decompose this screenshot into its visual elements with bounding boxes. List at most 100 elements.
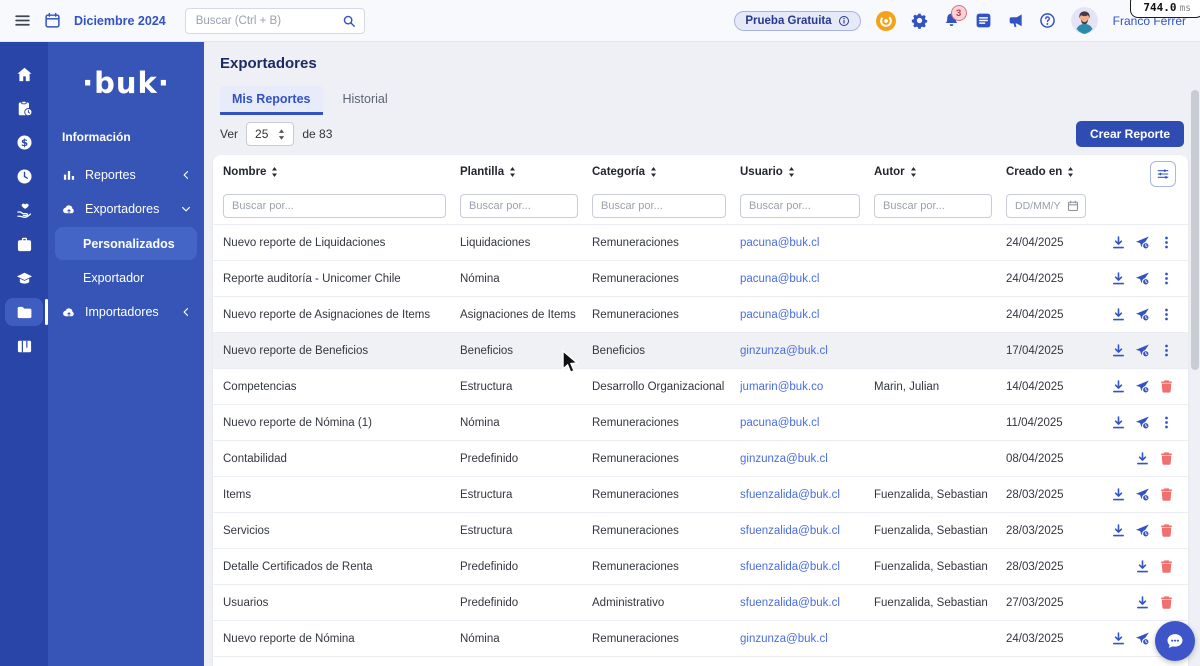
announcements-button[interactable] bbox=[1007, 12, 1024, 29]
column-header-categoria[interactable]: Categoría bbox=[592, 166, 740, 178]
sidebar-item-exportador[interactable]: Exportador bbox=[55, 261, 197, 294]
download-icon[interactable] bbox=[1111, 343, 1126, 358]
schedule-send-icon[interactable] bbox=[1135, 343, 1150, 358]
download-icon[interactable] bbox=[1111, 523, 1126, 538]
kebab-menu-icon[interactable] bbox=[1159, 235, 1174, 250]
column-header-plantilla[interactable]: Plantilla bbox=[460, 166, 592, 178]
filter-input-usuario[interactable] bbox=[740, 194, 860, 218]
table-row[interactable]: Servicios Estructura Remuneraciones sfuenza… bbox=[213, 513, 1188, 549]
rail-item-training[interactable] bbox=[0, 261, 48, 295]
table-row[interactable]: Competencias Estructura Desarrollo Organiz… bbox=[213, 369, 1188, 405]
schedule-send-icon[interactable] bbox=[1135, 487, 1150, 502]
rail-item-boards[interactable] bbox=[0, 329, 48, 363]
sidebar-item-personalizados[interactable]: Personalizados bbox=[55, 227, 197, 260]
column-header-nombre[interactable]: Nombre bbox=[223, 166, 460, 178]
schedule-send-icon[interactable] bbox=[1135, 415, 1150, 430]
schedule-send-icon[interactable] bbox=[1135, 235, 1150, 250]
column-header-autor[interactable]: Autor bbox=[874, 166, 1006, 178]
download-icon[interactable] bbox=[1111, 631, 1126, 646]
cell-usuario[interactable]: pacuna@buk.cl bbox=[740, 417, 874, 429]
schedule-send-icon[interactable] bbox=[1135, 379, 1150, 394]
rail-item-home[interactable] bbox=[0, 57, 48, 91]
news-button[interactable] bbox=[975, 12, 992, 29]
download-icon[interactable] bbox=[1111, 307, 1126, 322]
download-icon[interactable] bbox=[1111, 487, 1126, 502]
sidebar-item-reportes[interactable]: Reportes bbox=[48, 158, 204, 192]
create-report-button[interactable]: Crear Reporte bbox=[1075, 121, 1184, 147]
delete-icon[interactable] bbox=[1159, 487, 1174, 502]
global-search[interactable] bbox=[184, 7, 365, 34]
tab-historial[interactable]: Historial bbox=[331, 86, 400, 115]
scrollbar-thumb[interactable] bbox=[1191, 90, 1199, 370]
delete-icon[interactable] bbox=[1159, 595, 1174, 610]
cell-usuario[interactable]: pacuna@buk.cl bbox=[740, 309, 874, 321]
rail-item-time[interactable] bbox=[0, 159, 48, 193]
filter-input-categoria[interactable] bbox=[592, 194, 726, 218]
column-header-usuario[interactable]: Usuario bbox=[740, 166, 874, 178]
settings-button[interactable] bbox=[911, 12, 928, 29]
schedule-send-icon[interactable] bbox=[1135, 307, 1150, 322]
cell-usuario[interactable]: sfuenzalida@buk.cl bbox=[740, 597, 874, 609]
cell-usuario[interactable]: ginzunza@buk.cl bbox=[740, 633, 874, 645]
table-row[interactable]: Items Estructura Remuneraciones sfuenzalida… bbox=[213, 477, 1188, 513]
sidebar-item-importadores[interactable]: Importadores bbox=[48, 295, 204, 329]
sidebar-item-exportadores[interactable]: Exportadores bbox=[48, 192, 204, 226]
kebab-menu-icon[interactable] bbox=[1159, 343, 1174, 358]
avatar[interactable] bbox=[1070, 7, 1098, 34]
cell-usuario[interactable]: ginzunza@buk.cl bbox=[740, 345, 874, 357]
download-icon[interactable] bbox=[1111, 415, 1126, 430]
kebab-menu-icon[interactable] bbox=[1159, 307, 1174, 322]
table-row[interactable]: Nuevo reporte de Liquidaciones Liquidacio… bbox=[213, 225, 1188, 261]
delete-icon[interactable] bbox=[1159, 379, 1174, 394]
delete-icon[interactable] bbox=[1159, 451, 1174, 466]
download-icon[interactable] bbox=[1135, 595, 1150, 610]
table-row[interactable]: Nuevo reporte de Nómina Nómina Remuneracio… bbox=[213, 621, 1188, 657]
period-calendar-button[interactable] bbox=[44, 12, 61, 29]
table-row[interactable]: Usuarios Predefinido Administrativo sfuenza… bbox=[213, 585, 1188, 621]
download-icon[interactable] bbox=[1135, 559, 1150, 574]
period-selector[interactable]: Diciembre 2024 bbox=[74, 14, 166, 28]
scrollbar[interactable] bbox=[1191, 88, 1199, 664]
tab-mis-reportes[interactable]: Mis Reportes bbox=[220, 86, 323, 115]
cell-usuario[interactable]: sfuenzalida@buk.cl bbox=[740, 561, 874, 573]
help-button[interactable] bbox=[1039, 12, 1056, 29]
kebab-menu-icon[interactable] bbox=[1159, 415, 1174, 430]
column-header-creado-en[interactable]: Creado en bbox=[1006, 166, 1102, 178]
date-filter-input[interactable] bbox=[1013, 199, 1063, 213]
download-icon[interactable] bbox=[1111, 271, 1126, 286]
table-row[interactable]: Nuevo reporte de Beneficios Beneficios Ben… bbox=[213, 333, 1188, 369]
page-size-select[interactable]: 25 bbox=[246, 122, 295, 146]
cell-usuario[interactable]: ginzunza@buk.cl bbox=[740, 453, 874, 465]
delete-icon[interactable] bbox=[1159, 559, 1174, 574]
cell-usuario[interactable]: jumarin@buk.co bbox=[740, 381, 874, 393]
table-row[interactable]: Detalle Certificados de Renta Predefinido… bbox=[213, 549, 1188, 585]
rail-item-toolbox[interactable] bbox=[0, 227, 48, 261]
search-icon[interactable] bbox=[342, 14, 356, 28]
schedule-send-icon[interactable] bbox=[1135, 523, 1150, 538]
delete-icon[interactable] bbox=[1159, 523, 1174, 538]
schedule-send-icon[interactable] bbox=[1135, 631, 1150, 646]
filter-input-autor[interactable] bbox=[874, 194, 992, 218]
table-row[interactable]: Nuevo reporte de Nómina (1) Nómina Remuner… bbox=[213, 405, 1188, 441]
column-settings-button[interactable] bbox=[1150, 161, 1176, 187]
notifications-button[interactable]: 3 bbox=[943, 5, 967, 29]
menu-toggle-button[interactable] bbox=[14, 12, 31, 29]
cell-usuario[interactable]: sfuenzalida@buk.cl bbox=[740, 489, 874, 501]
cell-usuario[interactable]: pacuna@buk.cl bbox=[740, 237, 874, 249]
download-icon[interactable] bbox=[1135, 451, 1150, 466]
cell-usuario[interactable]: pacuna@buk.cl bbox=[740, 273, 874, 285]
table-row[interactable]: Contabilidad Predefinido Remuneraciones gin… bbox=[213, 441, 1188, 477]
rail-item-documents[interactable] bbox=[0, 295, 48, 329]
kebab-menu-icon[interactable] bbox=[1159, 271, 1174, 286]
download-icon[interactable] bbox=[1111, 235, 1126, 250]
chat-button[interactable] bbox=[1155, 621, 1195, 661]
date-filter[interactable] bbox=[1006, 194, 1086, 218]
cell-usuario[interactable]: sfuenzalida@buk.cl bbox=[740, 525, 874, 537]
table-row[interactable]: Reporte auditoría - Unicomer Chile Nómina… bbox=[213, 261, 1188, 297]
rail-item-tasks[interactable] bbox=[0, 91, 48, 125]
rail-item-money[interactable]: $ bbox=[0, 125, 48, 159]
coins-button[interactable] bbox=[875, 10, 896, 31]
download-icon[interactable] bbox=[1111, 379, 1126, 394]
schedule-send-icon[interactable] bbox=[1135, 271, 1150, 286]
search-input[interactable] bbox=[193, 13, 342, 28]
